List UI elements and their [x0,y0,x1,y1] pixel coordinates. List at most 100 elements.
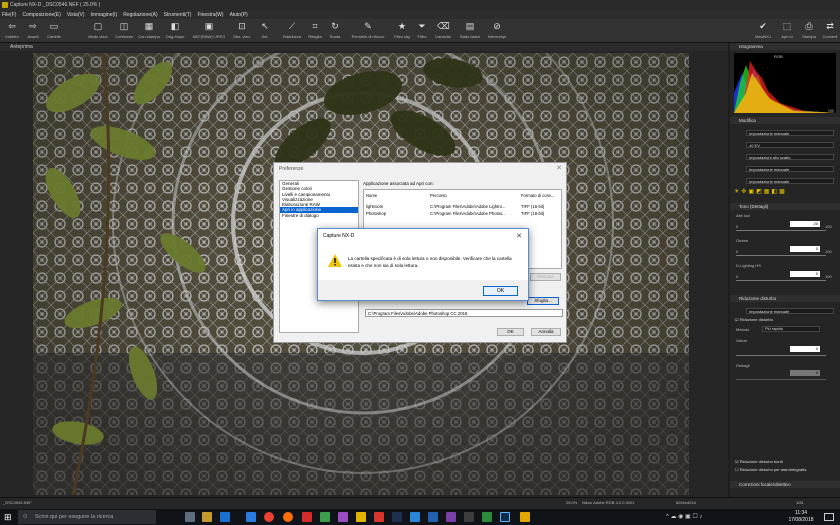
app-green2-icon[interactable] [482,512,492,522]
app-purple-icon[interactable] [338,512,348,522]
app-purple2-icon[interactable] [446,512,456,522]
crop-button[interactable]: ⌗ Ritaglia [305,21,325,39]
nef-jpeg-button[interactable]: ▣ NEF(RAW)+JPEG [190,21,228,39]
batch-status-button[interactable]: ▤ Stato batch [456,21,484,39]
column-name[interactable]: Nome [366,193,377,198]
app-yellow-icon[interactable] [356,512,366,522]
compare-button[interactable]: ◫ Confronta [112,21,136,39]
windows-start-icon[interactable]: ⊞ [4,512,14,522]
remove-button[interactable]: Rimuovi [530,273,561,281]
astro-nr-checkbox[interactable]: ☐ Riduzione disturbo per astrofotografia [735,467,806,472]
category-dialogs[interactable]: Finestre di dialogo [280,213,358,218]
edit-row-picture-control[interactable]: Impostazione manuale [732,129,838,136]
edge-nr-checkbox[interactable]: ☑ Riduzione disturbo bordi [735,459,783,464]
highlights-slider[interactable] [736,230,826,231]
notifications-icon[interactable] [824,513,834,521]
noise-value-slider[interactable] [736,355,826,356]
app-gray-icon[interactable] [464,512,474,522]
capture-nx-d-icon[interactable] [520,512,530,522]
adjust-tools-strip[interactable]: ☀✜▣◩▦◧▩ [734,188,838,196]
noise-preset-select[interactable]: Impostazione manuale [732,307,838,314]
edit-row-exposure[interactable]: ±0 EV [732,141,838,148]
taskbar-search-box[interactable]: ○ Scrivi qui per eseguire la ricerca [18,510,156,524]
before-after-button[interactable]: ◧ Orig./dopo [162,21,188,39]
menu-tools[interactable]: Strumenti(T) [164,12,192,18]
viewer-title: Anteprima [10,44,33,50]
alert-ok-button[interactable]: OK [483,286,518,296]
column-format[interactable]: Formato di conv... [521,193,554,198]
right-panel: Istogramma RGB 255 Modifica Impostazione… [730,43,840,497]
viewnx-button[interactable]: ✔ ViewNX-i [752,21,774,39]
menu-edit[interactable]: Composizione(E) [22,12,60,18]
chrome-icon[interactable] [264,512,274,522]
forward-button[interactable]: ⇨ Avanti [23,21,43,39]
view-mode-button[interactable]: ▢ Modo visor [86,21,110,39]
filter-icon: ⏷ [418,21,426,31]
explorer-icon[interactable] [202,512,212,522]
edit-header[interactable]: Modifica [730,117,840,124]
viewnx-icon: ✔ [759,21,767,31]
browse-button[interactable]: Sfoglia... [527,297,559,305]
filter-button[interactable]: ⏷ Filtro [413,21,431,39]
taskview-icon[interactable] [185,512,195,522]
back-button[interactable]: ⇦ Indietro [2,21,22,39]
dlighting-value[interactable]: 0 [790,271,820,277]
menu-view[interactable]: Vista(V) [67,12,85,18]
noise-method-label: Metodo [736,327,750,332]
display-icon: ⊡ [238,21,246,31]
open-in-button[interactable]: ⬚ Apri in [776,21,798,39]
folders-button[interactable]: ▭ Cartelle [44,21,64,39]
shadows-slider[interactable] [736,255,826,256]
histogram-header[interactable]: Istogramma [730,43,840,50]
select-tool-button[interactable]: ↖ Sel. [258,21,272,39]
print-button[interactable]: ⎙ Stampa [799,21,819,39]
delete-button[interactable]: ⌫ Cancella [432,21,454,39]
noise-reduction-checkbox[interactable]: ☑ Riduzione disturbo [735,317,773,322]
application-path-field[interactable]: C:\Program Files\Adobe\Adobe Photoshop C… [365,309,563,317]
contact-sheet-button[interactable]: ▦ Con.stampa [137,21,161,39]
menu-help[interactable]: Aiuto(P) [230,12,248,18]
edit-row-white-balance[interactable]: Impostazioni allo scatto [732,153,838,160]
table-row[interactable]: Photoshop C:\Program Files\Adobe\Adobe P… [364,210,561,218]
app-blue2-icon[interactable] [428,512,438,522]
preferences-title: Preferenze [279,166,304,172]
cortana-icon: ○ [23,513,28,520]
app-red-icon[interactable] [302,512,312,522]
lens-correction-header[interactable]: Correzioni focale/obiettivo [730,481,840,488]
edit-row-manual[interactable]: Impostazione manuale [732,177,838,184]
edge-icon[interactable] [220,512,230,522]
dlighting-slider[interactable] [736,280,826,281]
highlights-value[interactable]: 20 [790,221,820,227]
preferences-cancel-button[interactable]: Annulla [531,328,561,336]
histogram-chart: RGB [734,53,836,113]
app-red2-icon[interactable] [374,512,384,522]
rotate-button[interactable]: ↻ Ruota [326,21,344,39]
alert-close-icon[interactable]: ✕ [516,232,522,240]
convert-button[interactable]: ⇄ Converti [820,21,840,39]
shadows-value[interactable]: 0 [790,246,820,252]
tag-filter-button[interactable]: ★ Filtro tag [392,21,412,39]
tray-icons[interactable]: ^ ☁ ◉ ▣ ☐ ♪ [666,513,702,520]
preferences-ok-button[interactable]: OK [497,328,524,336]
menu-window[interactable]: Finestra(W) [197,12,223,18]
display-settings-button[interactable]: ⊡ Strs. visu. [230,21,254,39]
edit-row-camera-settings[interactable]: Impostazione manuale [732,165,838,172]
app-blue-icon[interactable] [410,512,420,522]
tone-header[interactable]: Tono (Dettagli) [730,203,840,210]
menu-file[interactable]: File(F) [2,12,16,18]
photoshop-icon[interactable] [392,512,402,522]
stop-button[interactable]: ⊘ Interrompi [485,21,509,39]
noise-reduction-header[interactable]: Riduzione disturbo [730,295,840,302]
preferences-close-icon[interactable]: ✕ [556,164,562,172]
retouch-brush-button[interactable]: ✎ Pennello di ritocco [346,21,390,39]
straighten-button[interactable]: ⟋ Raddrizza [280,21,304,39]
app-green-icon[interactable] [320,512,330,522]
menu-image[interactable]: Immagine(I) [91,12,118,18]
mail-icon[interactable] [246,512,256,522]
menu-adjust[interactable]: Regolazione(A) [123,12,157,18]
noise-value[interactable]: 0 [790,346,820,352]
lightroom-icon[interactable] [500,512,510,522]
noise-method-select[interactable]: Più rapido [762,326,820,332]
column-path[interactable]: Percorso [430,193,447,198]
firefox-icon[interactable] [283,512,293,522]
